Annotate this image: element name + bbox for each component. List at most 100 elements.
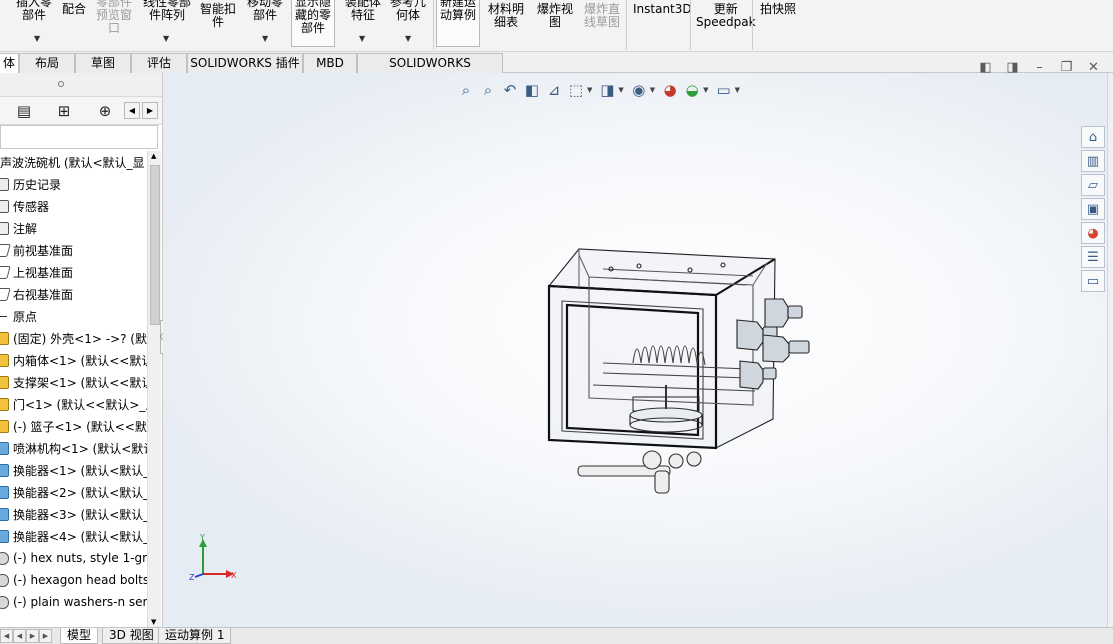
chevron-down-icon[interactable]: ▼ <box>618 86 623 94</box>
tab-3d-view[interactable]: 3D 视图 <box>102 628 161 644</box>
move-component-button[interactable]: 移动零 部件 <box>247 0 283 22</box>
previous-document-icon[interactable]: ◧ <box>972 58 999 76</box>
tree-item[interactable]: 原点 <box>0 305 148 327</box>
view-orientation-icon[interactable]: ⬚ <box>565 80 587 100</box>
previous-view-icon[interactable]: ↶ <box>499 80 521 100</box>
dishwasher-assembly-model[interactable] <box>163 73 1113 627</box>
pin-icon[interactable] <box>58 81 64 87</box>
bill-of-materials-label: 材料明 细表 <box>488 2 525 29</box>
tab-evaluate[interactable]: 评估 <box>131 53 187 73</box>
tab-layout[interactable]: 布局 <box>19 53 75 73</box>
tree-item[interactable]: 上视基准面 <box>0 261 148 283</box>
property-manager-icon[interactable]: ▤ <box>10 100 38 122</box>
tab-solidworks-inspection[interactable]: SOLIDWORKS Inspection <box>357 53 503 88</box>
tree-item[interactable]: 前视基准面 <box>0 239 148 261</box>
tree-item[interactable]: 右视基准面 <box>0 283 148 305</box>
dimxpert-icon[interactable]: ⊕ <box>91 100 119 122</box>
view-palette-icon[interactable]: ▣ <box>1081 198 1105 220</box>
tab-sketch[interactable]: 草图 <box>75 53 131 73</box>
smart-fasteners-button[interactable]: 智能扣 件 <box>200 3 236 29</box>
tree-item[interactable]: (固定) 外壳<1> ->? (默认 <box>0 327 148 349</box>
explode-line-sketch-button[interactable]: 爆炸直 线草图 <box>584 3 620 29</box>
tree-item[interactable]: 换能器<3> (默认<默认_ <box>0 503 148 525</box>
insert-component-button[interactable]: 插入零 部件 <box>16 0 52 22</box>
chevron-down-icon[interactable]: ▼ <box>587 86 592 94</box>
assembly-features-button[interactable]: 装配体 特征 <box>345 0 381 22</box>
chevron-down-icon[interactable]: ▼ <box>262 34 268 43</box>
custom-properties-icon[interactable]: ☰ <box>1081 246 1105 268</box>
tree-item[interactable]: 注解 <box>0 217 148 239</box>
tab-solidworks-addins[interactable]: SOLIDWORKS 插件 <box>187 53 303 73</box>
chevron-down-icon[interactable]: ▼ <box>163 34 169 43</box>
chevron-down-icon[interactable]: ▼ <box>359 34 365 43</box>
tree-item[interactable]: 历史记录 <box>0 173 148 195</box>
prev-tab-icon[interactable]: ◀ <box>13 629 26 643</box>
take-snapshot-button[interactable]: 拍快照 <box>760 3 796 16</box>
tree-item[interactable]: 换能器<4> (默认<默认_ <box>0 525 148 547</box>
chevron-down-icon[interactable]: ▼ <box>34 34 40 43</box>
scroll-down-icon[interactable]: ▼ <box>151 618 156 626</box>
scroll-left-icon[interactable]: ◀ <box>124 102 140 119</box>
tab-mbd[interactable]: MBD <box>303 53 357 73</box>
scrollbar-thumb[interactable] <box>150 165 160 325</box>
tree-filter-input[interactable] <box>0 125 158 149</box>
tree-item[interactable]: (-) hex nuts, style 1-gra <box>0 547 148 569</box>
first-tab-icon[interactable]: ◀ <box>0 629 13 643</box>
design-library-icon[interactable]: ▥ <box>1081 150 1105 172</box>
forum-icon[interactable]: ▭ <box>1081 270 1105 292</box>
next-tab-icon[interactable]: ▶ <box>26 629 39 643</box>
restore-icon[interactable]: ❐ <box>1053 58 1080 76</box>
tree-item[interactable]: 传感器 <box>0 195 148 217</box>
close-icon[interactable]: ✕ <box>1080 58 1107 76</box>
view-settings-icon[interactable]: ▭ <box>713 80 735 100</box>
chevron-down-icon[interactable]: ▼ <box>735 86 740 94</box>
hide-show-items-icon[interactable]: ◉ <box>628 80 650 100</box>
dynamic-annotation-icon[interactable]: ⊿ <box>543 80 565 100</box>
file-explorer-icon[interactable]: ▱ <box>1081 174 1105 196</box>
scroll-up-icon[interactable]: ▲ <box>151 152 156 160</box>
display-style-icon[interactable]: ◨ <box>596 80 618 100</box>
exploded-view-button[interactable]: 爆炸视 图 <box>537 3 573 29</box>
zoom-to-fit-icon[interactable]: ⌕ <box>455 80 477 100</box>
home-icon[interactable]: ⌂ <box>1081 126 1105 148</box>
tree-item[interactable]: (-) plain washers-n seri <box>0 591 148 613</box>
edit-appearance-icon[interactable]: ◕ <box>659 80 681 100</box>
component-preview-button[interactable]: 零部件 预览窗 口 <box>96 0 132 35</box>
tab-assembly[interactable]: 体 <box>0 53 19 73</box>
scroll-right-icon[interactable]: ▶ <box>142 102 158 119</box>
graphics-area[interactable]: Y X Z <box>163 73 1113 627</box>
tree-item[interactable]: 换能器<1> (默认<默认_ <box>0 459 148 481</box>
chevron-down-icon[interactable]: ▼ <box>405 34 411 43</box>
reference-geometry-button[interactable]: 参考几 何体 <box>390 0 426 22</box>
tree-item[interactable]: 喷淋机构<1> (默认<默认 <box>0 437 148 459</box>
next-document-icon[interactable]: ◨ <box>999 58 1026 76</box>
bill-of-materials-button[interactable]: 材料明 细表 <box>488 3 524 29</box>
show-hidden-components-button[interactable]: 显示隐 藏的零 部件 <box>291 0 336 47</box>
configuration-manager-icon[interactable]: ⊞ <box>50 100 78 122</box>
tab-motion-study[interactable]: 运动算例 1 <box>158 628 232 644</box>
linear-pattern-button[interactable]: 线性零部 件阵列 <box>143 0 191 22</box>
mate-button[interactable]: 配合 <box>62 3 86 16</box>
new-motion-study-button[interactable]: 新建运 动算例 <box>436 0 481 47</box>
tree-item[interactable]: 内箱体<1> (默认<<默认 <box>0 349 148 371</box>
tree-item[interactable]: 门<1> (默认<<默认>_显 <box>0 393 148 415</box>
tree-item[interactable]: 换能器<2> (默认<默认_ <box>0 481 148 503</box>
instant3d-button[interactable]: Instant3D <box>633 3 692 16</box>
zoom-to-area-icon[interactable]: ⌕ <box>477 80 499 100</box>
chevron-down-icon[interactable]: ▼ <box>703 86 708 94</box>
tree-scrollbar[interactable]: ▲ ▼ <box>147 151 161 627</box>
tree-item[interactable]: 支撑架<1> (默认<<默认 <box>0 371 148 393</box>
apply-scene-icon[interactable]: ◒ <box>681 80 703 100</box>
last-tab-icon[interactable]: ▶ <box>39 629 52 643</box>
tree-item[interactable]: (-) 篮子<1> (默认<<默认 <box>0 415 148 437</box>
update-speedpak-button[interactable]: 更新 Speedpak <box>696 3 756 29</box>
appearances-icon[interactable]: ◕ <box>1081 222 1105 244</box>
minimize-icon[interactable]: – <box>1026 58 1053 76</box>
section-view-icon[interactable]: ◧ <box>521 80 543 100</box>
tree-item-label: 支撑架<1> (默认<<默认 <box>13 375 148 390</box>
bolt-icon <box>0 573 9 587</box>
tree-item[interactable]: (-) hexagon head bolts <box>0 569 148 591</box>
tree-root-assembly[interactable]: 超声波洗碗机 (默认<默认_显 <box>0 151 148 173</box>
tab-model[interactable]: 模型 <box>60 628 99 644</box>
chevron-down-icon[interactable]: ▼ <box>650 86 655 94</box>
